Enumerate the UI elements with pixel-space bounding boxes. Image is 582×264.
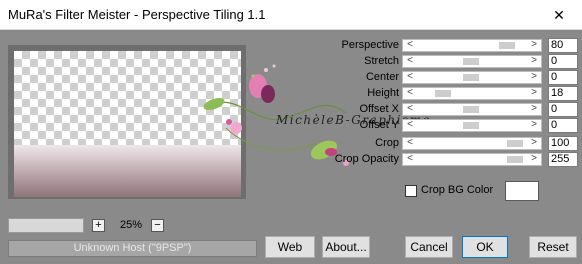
value-crop-opacity[interactable]: 255 bbox=[548, 152, 578, 167]
web-button[interactable]: Web bbox=[265, 236, 315, 258]
slider-right-arrow-icon[interactable]: > bbox=[529, 39, 539, 50]
about-button[interactable]: About... bbox=[322, 236, 370, 258]
slider-right-arrow-icon[interactable]: > bbox=[529, 153, 539, 164]
param-label-crop: Crop bbox=[375, 137, 399, 149]
value-offset-x[interactable]: 0 bbox=[548, 102, 578, 117]
slider-right-arrow-icon[interactable]: > bbox=[529, 103, 539, 114]
slider-left-arrow-icon[interactable]: < bbox=[405, 39, 415, 50]
slider-right-arrow-icon[interactable]: > bbox=[529, 55, 539, 66]
slider-left-arrow-icon[interactable]: < bbox=[405, 119, 415, 130]
slider-thumb[interactable] bbox=[499, 42, 515, 49]
slider-perspective[interactable]: < > bbox=[402, 39, 542, 52]
slider-left-arrow-icon[interactable]: < bbox=[405, 153, 415, 164]
value-height[interactable]: 18 bbox=[548, 86, 578, 101]
slider-crop-opacity[interactable]: < > bbox=[402, 153, 542, 166]
zoom-out-button[interactable]: − bbox=[151, 219, 164, 232]
param-label-offset-x: Offset X bbox=[359, 103, 399, 115]
param-label-crop-opacity: Crop Opacity bbox=[334, 153, 399, 165]
slider-left-arrow-icon[interactable]: < bbox=[405, 71, 415, 82]
title-bar: MuRa's Filter Meister - Perspective Tili… bbox=[0, 0, 582, 30]
slider-thumb[interactable] bbox=[463, 106, 479, 113]
reset-button[interactable]: Reset bbox=[529, 236, 577, 258]
slider-left-arrow-icon[interactable]: < bbox=[405, 137, 415, 148]
crop-bg-color-swatch[interactable] bbox=[505, 181, 539, 201]
crop-bg-color-label[interactable]: Crop BG Color bbox=[421, 184, 493, 196]
zoom-level: 25% bbox=[119, 219, 143, 231]
value-stretch[interactable]: 0 bbox=[548, 54, 578, 69]
slider-right-arrow-icon[interactable]: > bbox=[529, 119, 539, 130]
close-button[interactable]: ✕ bbox=[536, 0, 582, 30]
value-center[interactable]: 0 bbox=[548, 70, 578, 85]
slider-thumb[interactable] bbox=[507, 140, 523, 147]
slider-right-arrow-icon[interactable]: > bbox=[529, 87, 539, 98]
slider-left-arrow-icon[interactable]: < bbox=[405, 87, 415, 98]
zoom-in-button[interactable]: + bbox=[92, 219, 105, 232]
window-title: MuRa's Filter Meister - Perspective Tili… bbox=[8, 7, 266, 22]
slider-stretch[interactable]: < > bbox=[402, 55, 542, 68]
param-label-height: Height bbox=[367, 87, 399, 99]
slider-offset-y[interactable]: < > bbox=[402, 119, 542, 132]
slider-left-arrow-icon[interactable]: < bbox=[405, 103, 415, 114]
zoom-track[interactable] bbox=[8, 218, 84, 233]
slider-center[interactable]: < > bbox=[402, 71, 542, 84]
slider-crop[interactable]: < > bbox=[402, 137, 542, 150]
value-offset-y[interactable]: 0 bbox=[548, 118, 578, 133]
slider-thumb[interactable] bbox=[463, 58, 479, 65]
slider-thumb[interactable] bbox=[435, 90, 451, 97]
slider-thumb[interactable] bbox=[463, 74, 479, 81]
cancel-button[interactable]: Cancel bbox=[405, 236, 453, 258]
slider-height[interactable]: < > bbox=[402, 87, 542, 100]
crop-bg-color-checkbox[interactable] bbox=[405, 185, 417, 197]
slider-right-arrow-icon[interactable]: > bbox=[529, 137, 539, 148]
slider-right-arrow-icon[interactable]: > bbox=[529, 71, 539, 82]
param-label-perspective: Perspective bbox=[341, 39, 399, 51]
ok-button[interactable]: OK bbox=[462, 236, 508, 258]
value-crop[interactable]: 100 bbox=[548, 136, 578, 151]
close-icon: ✕ bbox=[553, 6, 565, 23]
slider-thumb[interactable] bbox=[507, 156, 523, 163]
param-label-stretch: Stretch bbox=[364, 55, 399, 67]
slider-thumb[interactable] bbox=[463, 122, 479, 129]
param-label-offset-y: Offset Y bbox=[359, 119, 399, 131]
value-perspective[interactable]: 80 bbox=[548, 38, 578, 53]
slider-offset-x[interactable]: < > bbox=[402, 103, 542, 116]
slider-left-arrow-icon[interactable]: < bbox=[405, 55, 415, 66]
host-status: Unknown Host ("9PSP") bbox=[8, 240, 257, 257]
param-label-center: Center bbox=[365, 71, 399, 83]
